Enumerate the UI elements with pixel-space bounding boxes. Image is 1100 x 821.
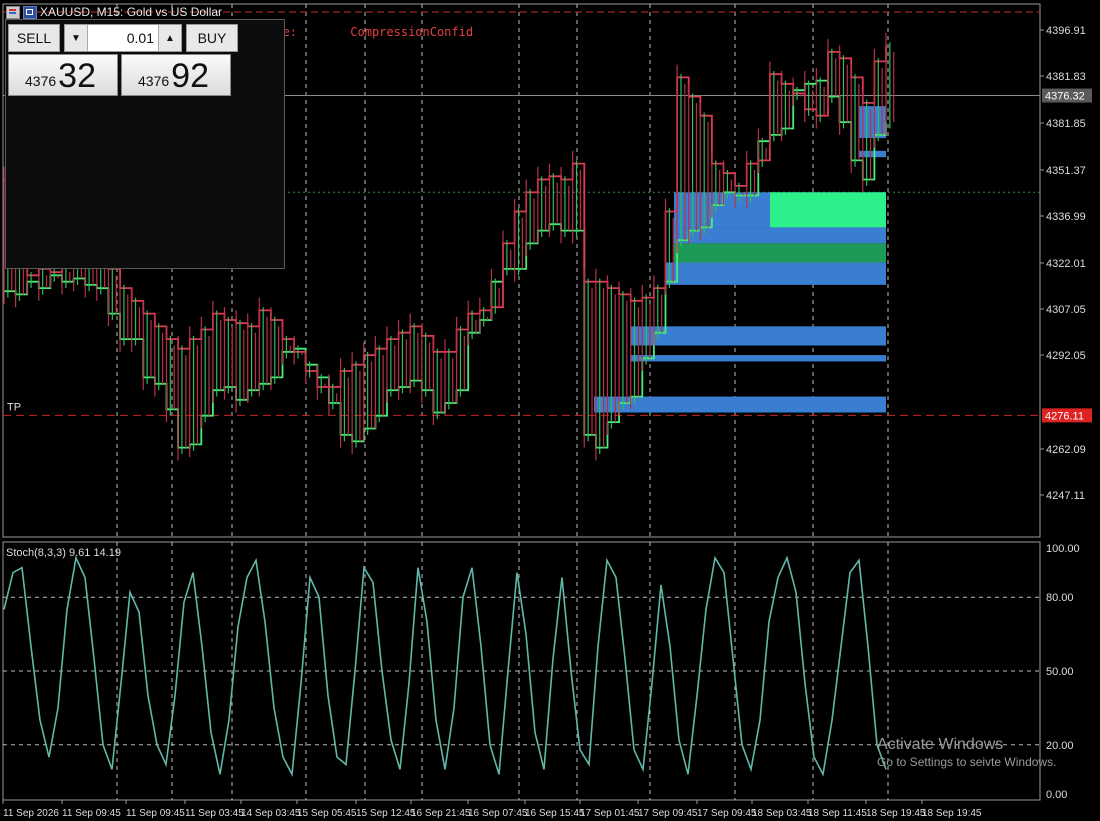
time-tick-label: 18 Sep 03:45: [752, 808, 812, 819]
zone-green: [770, 192, 886, 228]
price-tick-label: 4381.85: [1046, 118, 1086, 130]
sell-button[interactable]: SELL: [8, 24, 60, 52]
price-tick-label: 4262.09: [1046, 444, 1086, 456]
stoch-tick-label: 80.00: [1046, 592, 1074, 604]
buy-price-pips: 92: [171, 57, 209, 95]
time-tick-label: 16 Sep 07:45: [468, 808, 528, 819]
time-tick-label: 17 Sep 09:45: [638, 808, 698, 819]
price-tick-label: 4396.91: [1046, 25, 1086, 37]
time-tick-label: 18 Sep 19:45: [866, 808, 926, 819]
stoch-tick-label: 100.00: [1046, 543, 1080, 555]
current-price-tag-label: 4376.32: [1045, 91, 1085, 103]
take-profit-label: TP: [7, 401, 21, 413]
zone-blue: [666, 262, 886, 285]
buy-price-prefix: 4376: [138, 73, 170, 89]
time-tick-label: 15 Sep 05:45: [297, 808, 357, 819]
chart-symbol-icon: [6, 5, 20, 19]
sell-price-pips: 32: [58, 57, 96, 95]
lot-size-stepper[interactable]: ▼ ▲: [64, 24, 182, 52]
lot-decrease-icon[interactable]: ▼: [65, 25, 88, 51]
lot-increase-icon[interactable]: ▲: [158, 25, 181, 51]
time-tick-label: 11 Sep 09:45: [126, 808, 185, 819]
price-tick-label: 4247.11: [1046, 490, 1085, 502]
time-tick-label: 11 Sep 2026: [3, 808, 59, 819]
take-profit-tag-label: 4276.11: [1045, 410, 1084, 422]
buy-button[interactable]: BUY: [186, 24, 238, 52]
price-tick-label: 4351.37: [1046, 165, 1086, 177]
price-quotes: 4376 32 4376 92: [8, 54, 282, 96]
zone-blue: [631, 355, 886, 362]
time-tick-label: 18 Sep 19:45: [922, 808, 982, 819]
stoch-tick-label: 50.00: [1046, 666, 1074, 678]
time-tick-label: 16 Sep 15:45: [525, 808, 585, 819]
zone-blue: [674, 227, 886, 244]
sell-price-prefix: 4376: [25, 73, 57, 89]
stochastic-line: [3, 555, 887, 778]
watermark-line-2: Go to Settings to seivte Windows.: [877, 755, 1057, 769]
time-tick-label: 15 Sep 12:45: [356, 808, 416, 819]
watermark-line-1: Activate Windows: [877, 736, 1004, 753]
lot-size-input[interactable]: [88, 25, 158, 51]
time-tick-label: 17 Sep 01:45: [580, 808, 640, 819]
buy-price-quote[interactable]: 4376 92: [121, 54, 231, 96]
trade-controls: SELL ▼ ▲ BUY: [8, 24, 282, 52]
indicator-label-compression: CompressionConfid: [350, 25, 474, 39]
price-tick-label: 4307.05: [1046, 304, 1086, 316]
time-tick-label: 18 Sep 11:45: [808, 808, 867, 819]
sell-price-quote[interactable]: 4376 32: [8, 54, 118, 96]
stochastic-label: Stoch(8,3,3) 9.61 14.19: [6, 547, 121, 559]
time-tick-label: 17 Sep 09:45: [697, 808, 757, 819]
price-tick-label: 4336.99: [1046, 211, 1086, 223]
chart-title: XAUUSD, M15: Gold vs US Dollar: [40, 5, 223, 19]
zone-blue: [594, 396, 886, 413]
zone-dark_green: [674, 243, 886, 263]
price-tick-label: 4322.01: [1046, 258, 1086, 270]
time-tick-label: 16 Sep 21:45: [411, 808, 471, 819]
zone-blue: [631, 326, 886, 346]
one-click-trading-panel: SELL ▼ ▲ BUY 4376 32 4376 92: [5, 19, 285, 269]
price-tick-label: 4381.83: [1046, 71, 1086, 83]
time-tick-label: 11 Sep 03:45: [185, 808, 244, 819]
chart-window-icon: [23, 5, 37, 19]
price-tick-label: 4292.05: [1046, 350, 1086, 362]
stoch-tick-label: 0.00: [1046, 789, 1067, 801]
time-tick-label: 11 Sep 09:45: [62, 808, 121, 819]
activate-windows-watermark: Activate Windows Go to Settings to seivt…: [877, 736, 1056, 769]
time-tick-label: 14 Sep 03:45: [241, 808, 301, 819]
